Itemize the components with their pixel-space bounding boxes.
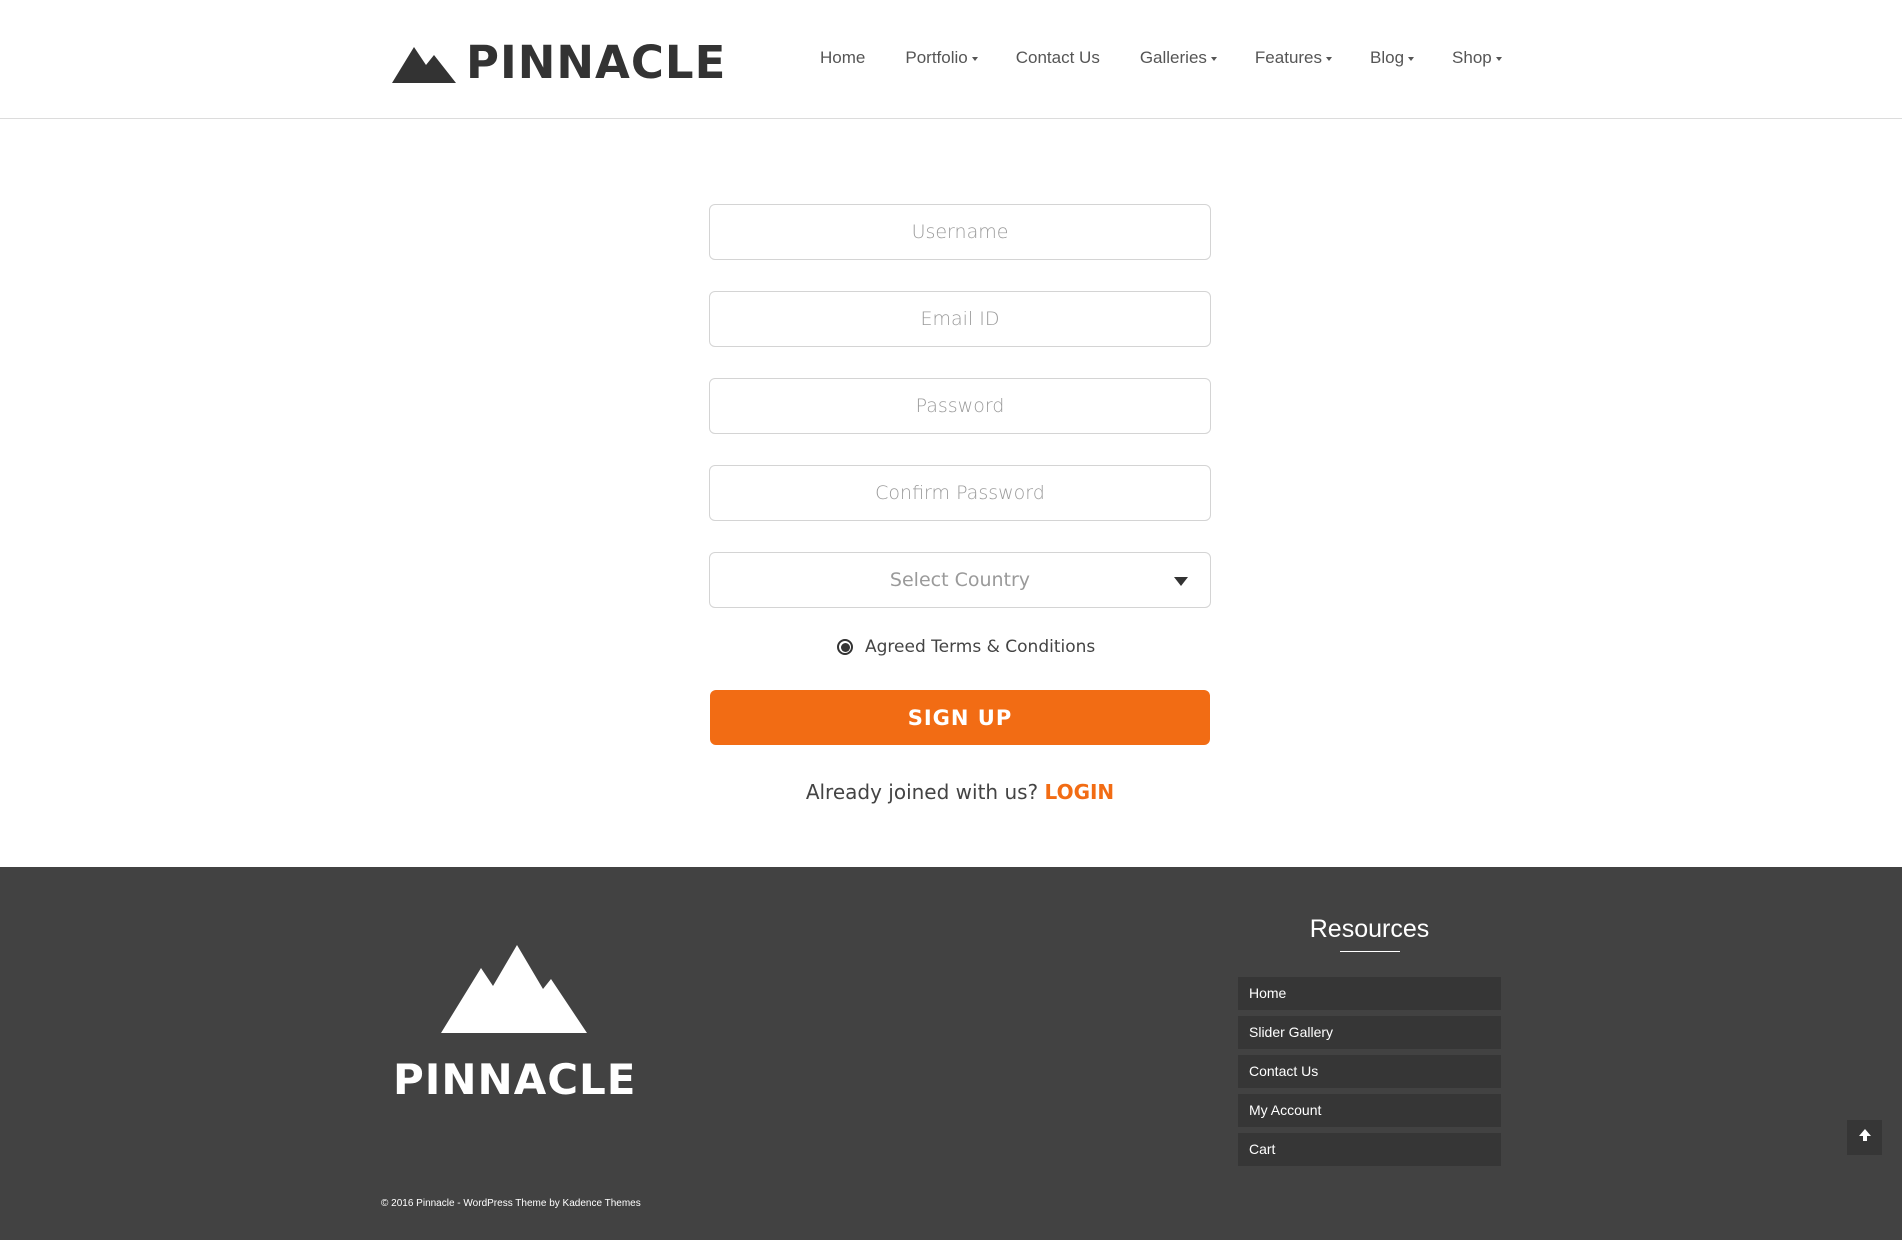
mountain-icon [393,945,633,1033]
main-nav: Home Portfolio Contact Us Galleries Feat… [820,48,1502,68]
resources-list: Home Slider Gallery Contact Us My Accoun… [1238,977,1501,1166]
terms-label: Agreed Terms & Conditions [865,637,1096,657]
confirm-password-input[interactable] [709,465,1211,521]
logo-text: PINNACLE [466,36,727,89]
site-logo[interactable]: PINNACLE [392,40,726,85]
caret-down-icon [971,57,978,61]
nav-item-portfolio[interactable]: Portfolio [905,48,978,68]
email-input[interactable] [709,291,1211,347]
site-footer: PINNACLE Resources Home Slider Gallery C… [0,867,1902,1240]
country-select[interactable]: Select Country [709,552,1211,608]
title-underline [1339,951,1400,952]
username-input[interactable] [709,204,1211,260]
nav-item-shop[interactable]: Shop [1452,48,1502,68]
nav-label: Features [1254,48,1323,67]
resources-title: Resources [1309,915,1430,943]
caret-down-icon [1326,57,1333,61]
nav-label: Home [820,48,866,67]
resource-link-cart[interactable]: Cart [1238,1133,1501,1166]
footer-logo[interactable]: PINNACLE [393,945,637,1104]
nav-label: Portfolio [905,48,968,67]
caret-down-icon [1408,57,1415,61]
nav-label: Contact Us [1015,48,1100,67]
mountain-icon [392,43,456,83]
caret-down-icon [1210,57,1217,61]
radio-button[interactable] [837,639,853,655]
nav-item-features[interactable]: Features [1254,48,1333,68]
nav-item-galleries[interactable]: Galleries [1140,48,1217,68]
terms-radio[interactable]: Agreed Terms & Conditions [837,637,1095,657]
caret-down-icon [1174,577,1188,586]
nav-item-contact-us[interactable]: Contact Us [1016,48,1100,68]
nav-item-home[interactable]: Home [820,48,865,68]
sign-up-button[interactable]: SIGN UP [710,690,1210,745]
resource-link-my-account[interactable]: My Account [1238,1094,1501,1127]
password-input[interactable] [709,378,1211,434]
nav-label: Shop [1452,48,1492,67]
resources-widget: Resources Home Slider Gallery Contact Us… [1238,917,1501,1172]
copyright-text: © 2016 Pinnacle - WordPress Theme by Kad… [381,1198,641,1209]
country-select-label: Select Country [889,569,1031,591]
footer-logo-text: PINNACLE [393,1055,637,1104]
back-to-top-button[interactable] [1847,1120,1882,1155]
site-header: PINNACLE Home Portfolio Contact Us Galle… [0,0,1902,119]
login-link[interactable]: LOGIN [1045,780,1115,804]
already-joined-line: Already joined with us? LOGIN [709,780,1211,804]
already-joined-text: Already joined with us? [805,780,1039,804]
nav-label: Blog [1370,48,1405,67]
nav-item-blog[interactable]: Blog [1370,48,1415,68]
resource-link-slider-gallery[interactable]: Slider Gallery [1238,1016,1501,1049]
resource-link-home[interactable]: Home [1238,977,1501,1010]
caret-down-icon [1495,57,1502,61]
radio-selected-dot [840,642,850,652]
nav-label: Galleries [1139,48,1207,67]
resource-link-contact-us[interactable]: Contact Us [1238,1055,1501,1088]
arrow-up-icon [1858,1128,1872,1147]
